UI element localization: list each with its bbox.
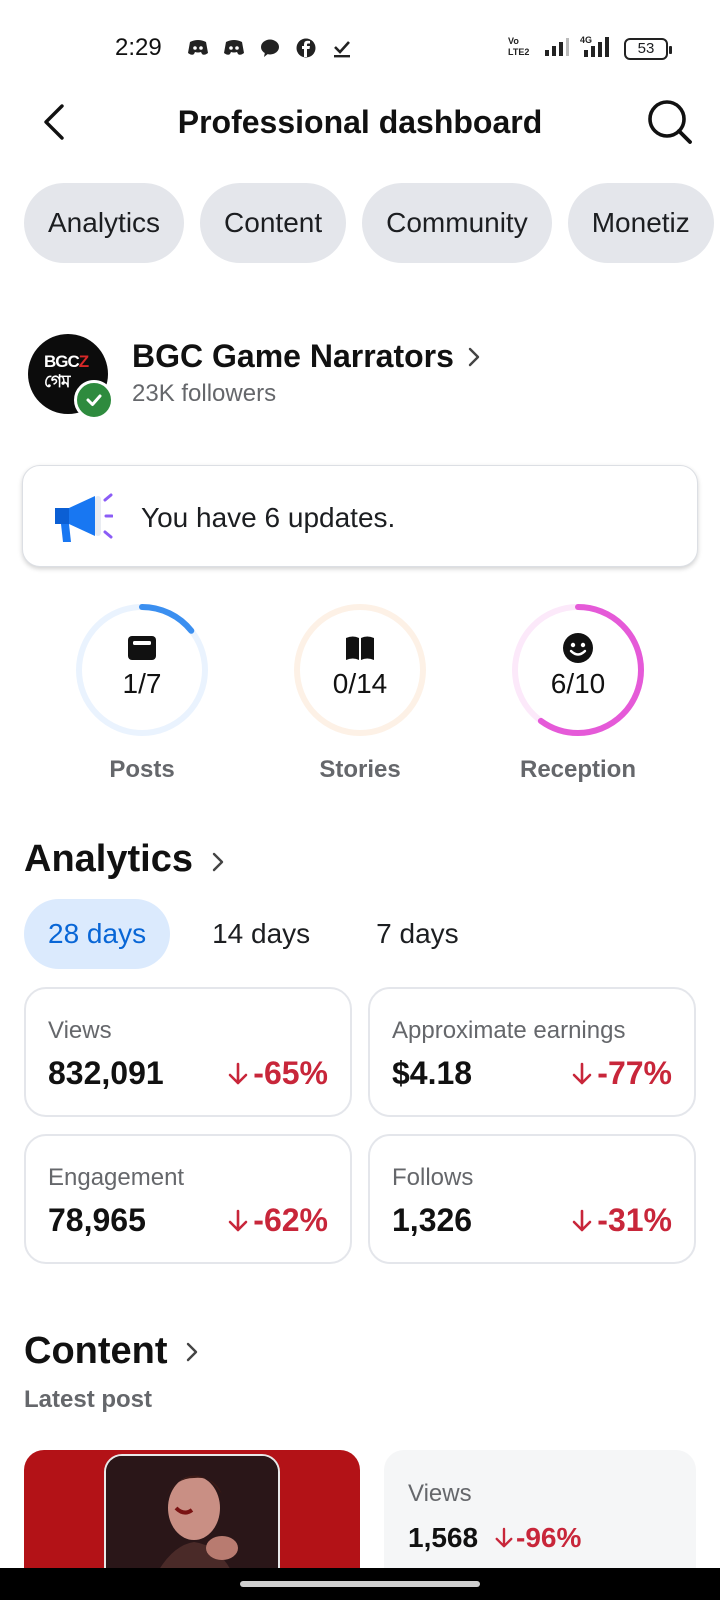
tab-content[interactable]: Content xyxy=(200,183,347,263)
metric-label: Follows xyxy=(392,1164,474,1191)
content-section-title[interactable]: Content xyxy=(24,1330,168,1373)
avatar: BGCZ গেম xyxy=(28,334,114,420)
profile-header[interactable]: BGCZ গেম BGC Game Narrators 23K follower… xyxy=(28,334,698,420)
metric-change: -77% xyxy=(571,1055,672,1092)
metric-card-earnings[interactable]: Approximate earnings $4.18 -77% xyxy=(368,987,696,1117)
home-indicator[interactable] xyxy=(240,1581,480,1587)
post-views-value: 1,568 xyxy=(408,1522,479,1553)
book-icon xyxy=(342,630,378,666)
metric-change: -31% xyxy=(571,1202,672,1239)
latest-post-thumbnail[interactable] xyxy=(24,1450,360,1570)
ring-reception[interactable]: 6/10 Reception xyxy=(508,600,648,784)
post-views-label: Views xyxy=(408,1480,472,1507)
verified-badge xyxy=(74,380,114,420)
metric-card-follows[interactable]: Follows 1,326 -31% xyxy=(368,1134,696,1264)
metric-card-views[interactable]: Views 832,091 -65% xyxy=(24,987,352,1117)
ring-posts-value: 1/7 xyxy=(122,668,162,699)
avatar-logo-line1: BGC xyxy=(44,352,80,371)
post-views-change: -96% xyxy=(494,1522,581,1554)
metric-change: -65% xyxy=(227,1055,328,1092)
checkmark-icon xyxy=(86,394,102,406)
post-icon xyxy=(124,630,160,666)
ring-reception-label: Reception xyxy=(519,756,636,783)
metric-change-value: -77% xyxy=(597,1055,672,1091)
metric-change: -62% xyxy=(227,1202,328,1239)
latest-post-stats[interactable]: Views 1,568 -96% xyxy=(384,1450,696,1570)
chevron-right-icon[interactable] xyxy=(208,848,228,876)
ring-posts[interactable]: 1/7 Posts xyxy=(72,600,212,784)
arrow-down-icon xyxy=(572,1062,592,1084)
metric-value: $4.18 xyxy=(392,1055,473,1091)
smiley-icon xyxy=(560,630,596,666)
analytics-section-title[interactable]: Analytics xyxy=(24,838,193,881)
arrow-down-icon xyxy=(572,1209,592,1231)
metric-change-value: -31% xyxy=(597,1202,672,1238)
tabs-wrapper: Analytics Content Community Monetiz xyxy=(0,0,720,270)
arrow-down-icon xyxy=(228,1062,248,1084)
metric-label: Views xyxy=(48,1017,112,1044)
chevron-right-icon[interactable] xyxy=(182,1338,202,1366)
ring-stories-value: 0/14 xyxy=(332,668,388,699)
range-28-days[interactable]: 28 days xyxy=(24,899,171,969)
megaphone-icon xyxy=(49,490,114,546)
profile-name[interactable]: BGC Game Narrators xyxy=(132,338,454,375)
follower-count: 23K followers xyxy=(132,380,277,407)
tab-bar: Analytics Content Community Monetiz xyxy=(24,183,714,263)
metric-value: 832,091 xyxy=(48,1055,164,1091)
metric-card-engagement[interactable]: Engagement 78,965 -62% xyxy=(24,1134,352,1264)
arrow-down-icon xyxy=(228,1209,248,1231)
ring-reception-value: 6/10 xyxy=(550,668,606,699)
tab-community[interactable]: Community xyxy=(362,183,552,263)
updates-text: You have 6 updates. xyxy=(141,502,396,533)
range-7-days[interactable]: 7 days xyxy=(352,899,483,969)
metric-change-value: -62% xyxy=(253,1202,328,1238)
metric-change-value: -65% xyxy=(253,1055,328,1091)
metric-value: 78,965 xyxy=(48,1202,146,1238)
post-character-image xyxy=(106,1456,278,1570)
ring-stories[interactable]: 0/14 Stories xyxy=(290,600,430,784)
progress-rings: 1/7 Posts 0/14 Stories 6/10 Reception xyxy=(0,600,720,790)
date-range-tabs: 28 days 14 days 7 days xyxy=(24,899,501,969)
metric-label: Approximate earnings xyxy=(392,1017,626,1044)
system-nav-bar xyxy=(0,1568,720,1600)
metric-label: Engagement xyxy=(48,1164,185,1191)
metric-value: 1,326 xyxy=(392,1202,473,1238)
ring-posts-label: Posts xyxy=(109,756,175,783)
chevron-right-icon[interactable] xyxy=(464,344,484,370)
updates-card[interactable]: You have 6 updates. xyxy=(22,465,698,567)
post-image xyxy=(104,1454,280,1570)
range-14-days[interactable]: 14 days xyxy=(188,899,334,969)
latest-post-label: Latest post xyxy=(24,1386,153,1413)
tab-monetization[interactable]: Monetiz xyxy=(567,183,714,263)
ring-stories-label: Stories xyxy=(319,756,401,783)
arrow-down-icon xyxy=(495,1527,513,1548)
tab-analytics[interactable]: Analytics xyxy=(24,183,185,263)
post-views-change-value: -96% xyxy=(516,1522,582,1553)
